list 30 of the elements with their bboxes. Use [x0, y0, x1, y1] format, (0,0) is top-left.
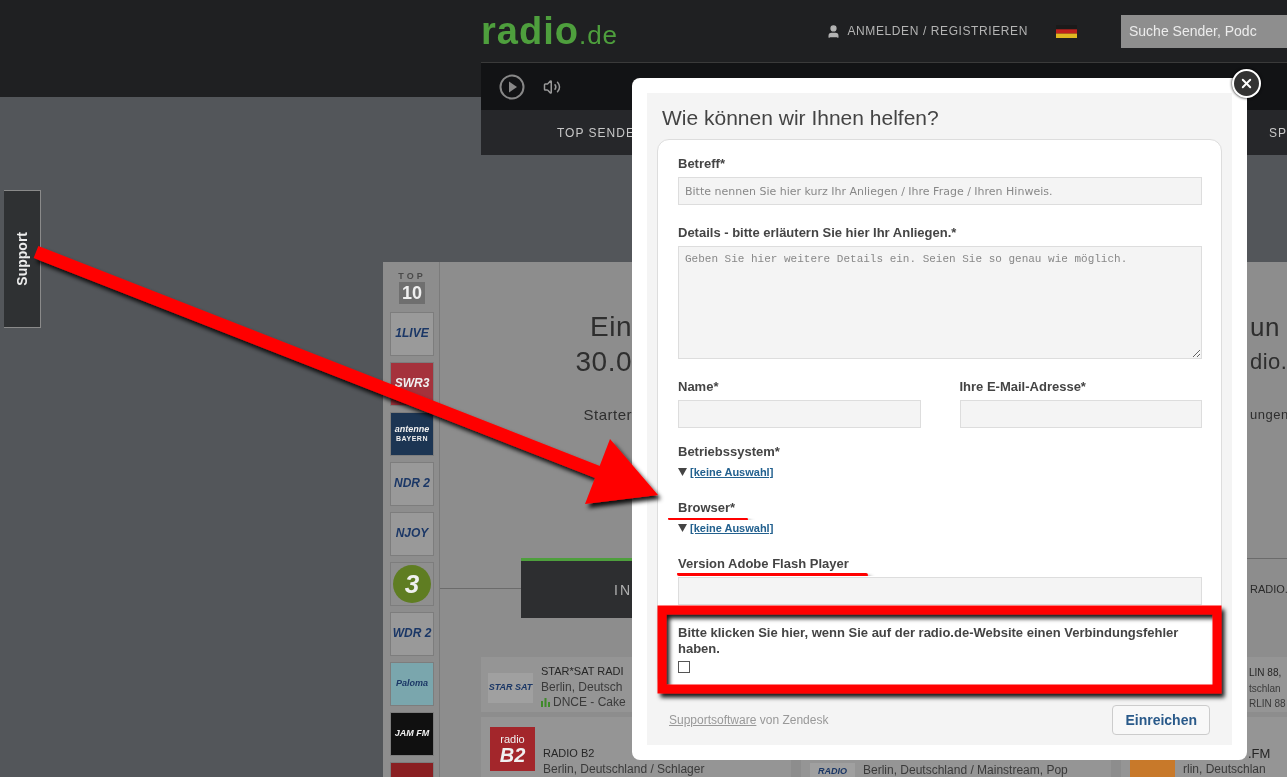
station-location: Berlin, Deutschland / Schlager [543, 762, 705, 777]
field-label: Browser* [678, 500, 736, 516]
hero-text: un [1250, 311, 1281, 344]
station-name: RADIO B2 [543, 746, 596, 761]
station-location: rlin, Deutschlan [1183, 762, 1267, 777]
hero-text: dio. [1250, 348, 1287, 376]
hero-text: Starter [583, 405, 632, 425]
field-label: Betriebssystem* [678, 444, 780, 460]
station-location: Berlin, Deutschland / Mainstream, Pop [863, 763, 1068, 777]
field-label: Name* [678, 379, 719, 395]
credit-text: Supportsoftware von Zendesk [669, 713, 829, 727]
station-name: LIN 88, [1249, 666, 1283, 680]
field-label: Details - bitte erläutern Sie hier Ihr Anliegen.* [678, 225, 957, 241]
station-name: .FM [1247, 745, 1271, 762]
hero-text: Ein [590, 310, 632, 344]
station-logo: RADIO [810, 763, 855, 777]
hero-text: ungen [1250, 406, 1287, 424]
station-location: tschlan [1249, 682, 1282, 696]
now-playing: RLIN 88 [1249, 697, 1286, 711]
field-label: Betreff* [678, 156, 725, 172]
station-name: STAR*SAT RADI [541, 664, 625, 679]
checkbox-label: Bitte klicken Sie hier, wenn Sie auf der radio.de-Website einen Verbindungsfehler haben. [678, 625, 1180, 657]
field-label: Ihre E-Mail-Adresse* [959, 379, 1086, 395]
station-logo: STAR SAT [488, 672, 533, 703]
dialog-title: Wie können wir Ihnen helfen? [662, 105, 940, 131]
hero-text: 30.0 [575, 345, 632, 379]
station-location: Berlin, Deutsch [541, 680, 624, 695]
field-label: Version Adobe Flash Player [678, 556, 849, 572]
station-logo: radio B2 [490, 727, 535, 771]
now-playing: DNCE - Cake [541, 695, 626, 710]
